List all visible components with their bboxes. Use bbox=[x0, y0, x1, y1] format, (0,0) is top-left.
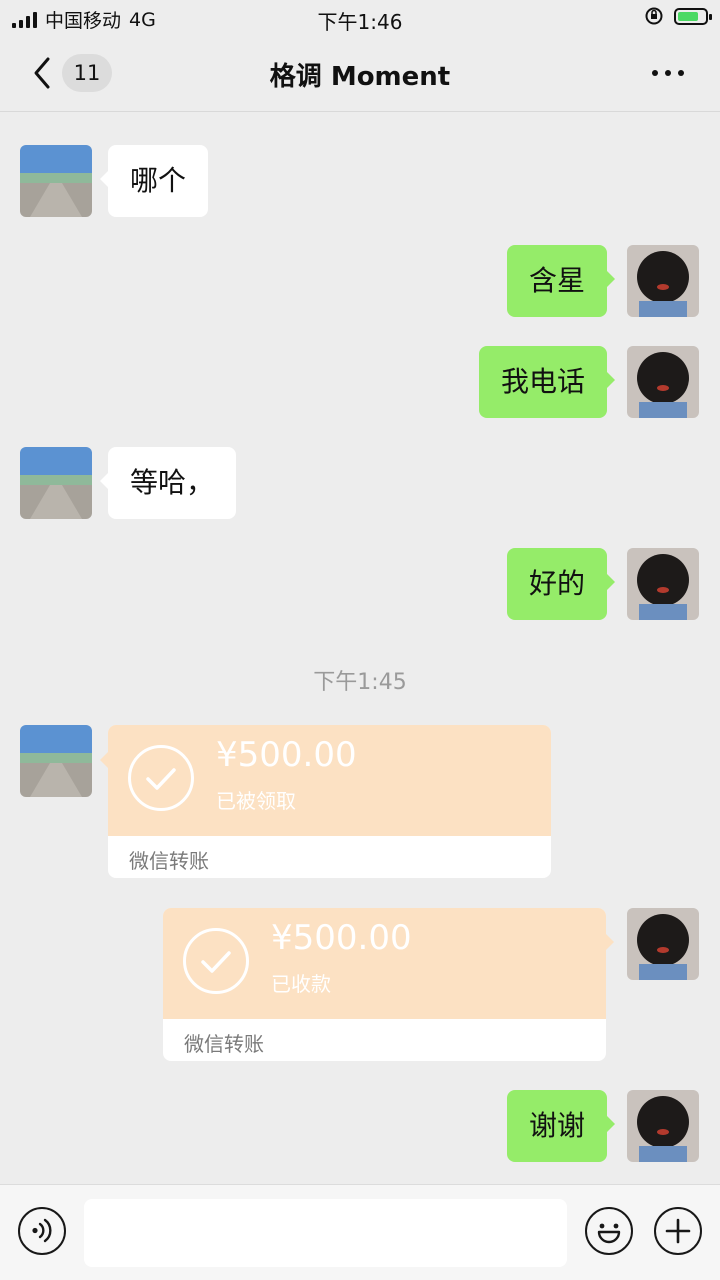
check-circle-icon bbox=[128, 745, 194, 811]
avatar[interactable] bbox=[627, 346, 699, 418]
battery-icon bbox=[674, 7, 712, 25]
status-bar: 中国移动 4G 下午1:46 bbox=[0, 0, 720, 36]
transfer-amount: ¥500.00 bbox=[216, 735, 357, 775]
transfer-amount: ¥500.00 bbox=[271, 918, 412, 958]
avatar[interactable] bbox=[20, 447, 92, 519]
status-time: 下午1:46 bbox=[317, 10, 403, 34]
profile-photo bbox=[627, 1090, 699, 1162]
avatar[interactable] bbox=[627, 908, 699, 980]
chat-header: 11 格调 Moment bbox=[0, 36, 720, 112]
sent-message-bubble[interactable]: 好的 bbox=[506, 548, 616, 620]
received-message-bubble[interactable]: 哪个 bbox=[99, 145, 209, 217]
avatar[interactable] bbox=[20, 725, 92, 797]
chat-title: 格调 Moment bbox=[269, 62, 451, 92]
avatar[interactable] bbox=[627, 548, 699, 620]
sent-message-bubble[interactable]: 含星 bbox=[506, 245, 616, 317]
road-landscape-image bbox=[20, 145, 92, 217]
avatar[interactable] bbox=[20, 145, 92, 217]
profile-photo bbox=[627, 908, 699, 980]
bubble-tail bbox=[606, 934, 614, 950]
message-input[interactable] bbox=[84, 1199, 567, 1267]
transfer-footer: 微信转账 bbox=[129, 849, 209, 873]
transfer-card[interactable]: ¥500.00 已收款 微信转账 bbox=[163, 908, 606, 1061]
input-bar bbox=[0, 1184, 720, 1280]
sent-message-bubble[interactable]: 谢谢 bbox=[506, 1090, 616, 1162]
emoji-icon[interactable] bbox=[585, 1207, 633, 1255]
voice-icon[interactable] bbox=[18, 1207, 66, 1255]
road-landscape-image bbox=[20, 725, 92, 797]
chat-timestamp: 下午1:45 bbox=[313, 670, 407, 695]
sent-message-bubble[interactable]: 我电话 bbox=[478, 346, 616, 418]
road-landscape-image bbox=[20, 447, 92, 519]
transfer-status: 已收款 bbox=[271, 972, 331, 996]
orientation-lock-icon bbox=[645, 7, 663, 25]
bubble-tail bbox=[100, 752, 108, 768]
avatar[interactable] bbox=[627, 245, 699, 317]
transfer-footer: 微信转账 bbox=[184, 1032, 264, 1056]
profile-photo bbox=[627, 245, 699, 317]
profile-photo bbox=[627, 548, 699, 620]
transfer-status: 已被领取 bbox=[216, 789, 296, 813]
profile-photo bbox=[627, 346, 699, 418]
plus-icon[interactable] bbox=[654, 1207, 702, 1255]
check-circle-icon bbox=[183, 928, 249, 994]
avatar[interactable] bbox=[627, 1090, 699, 1162]
received-message-bubble[interactable]: 等哈， bbox=[99, 447, 237, 519]
transfer-card[interactable]: ¥500.00 已被领取 微信转账 bbox=[108, 725, 551, 878]
more-dots-icon[interactable] bbox=[652, 70, 684, 76]
